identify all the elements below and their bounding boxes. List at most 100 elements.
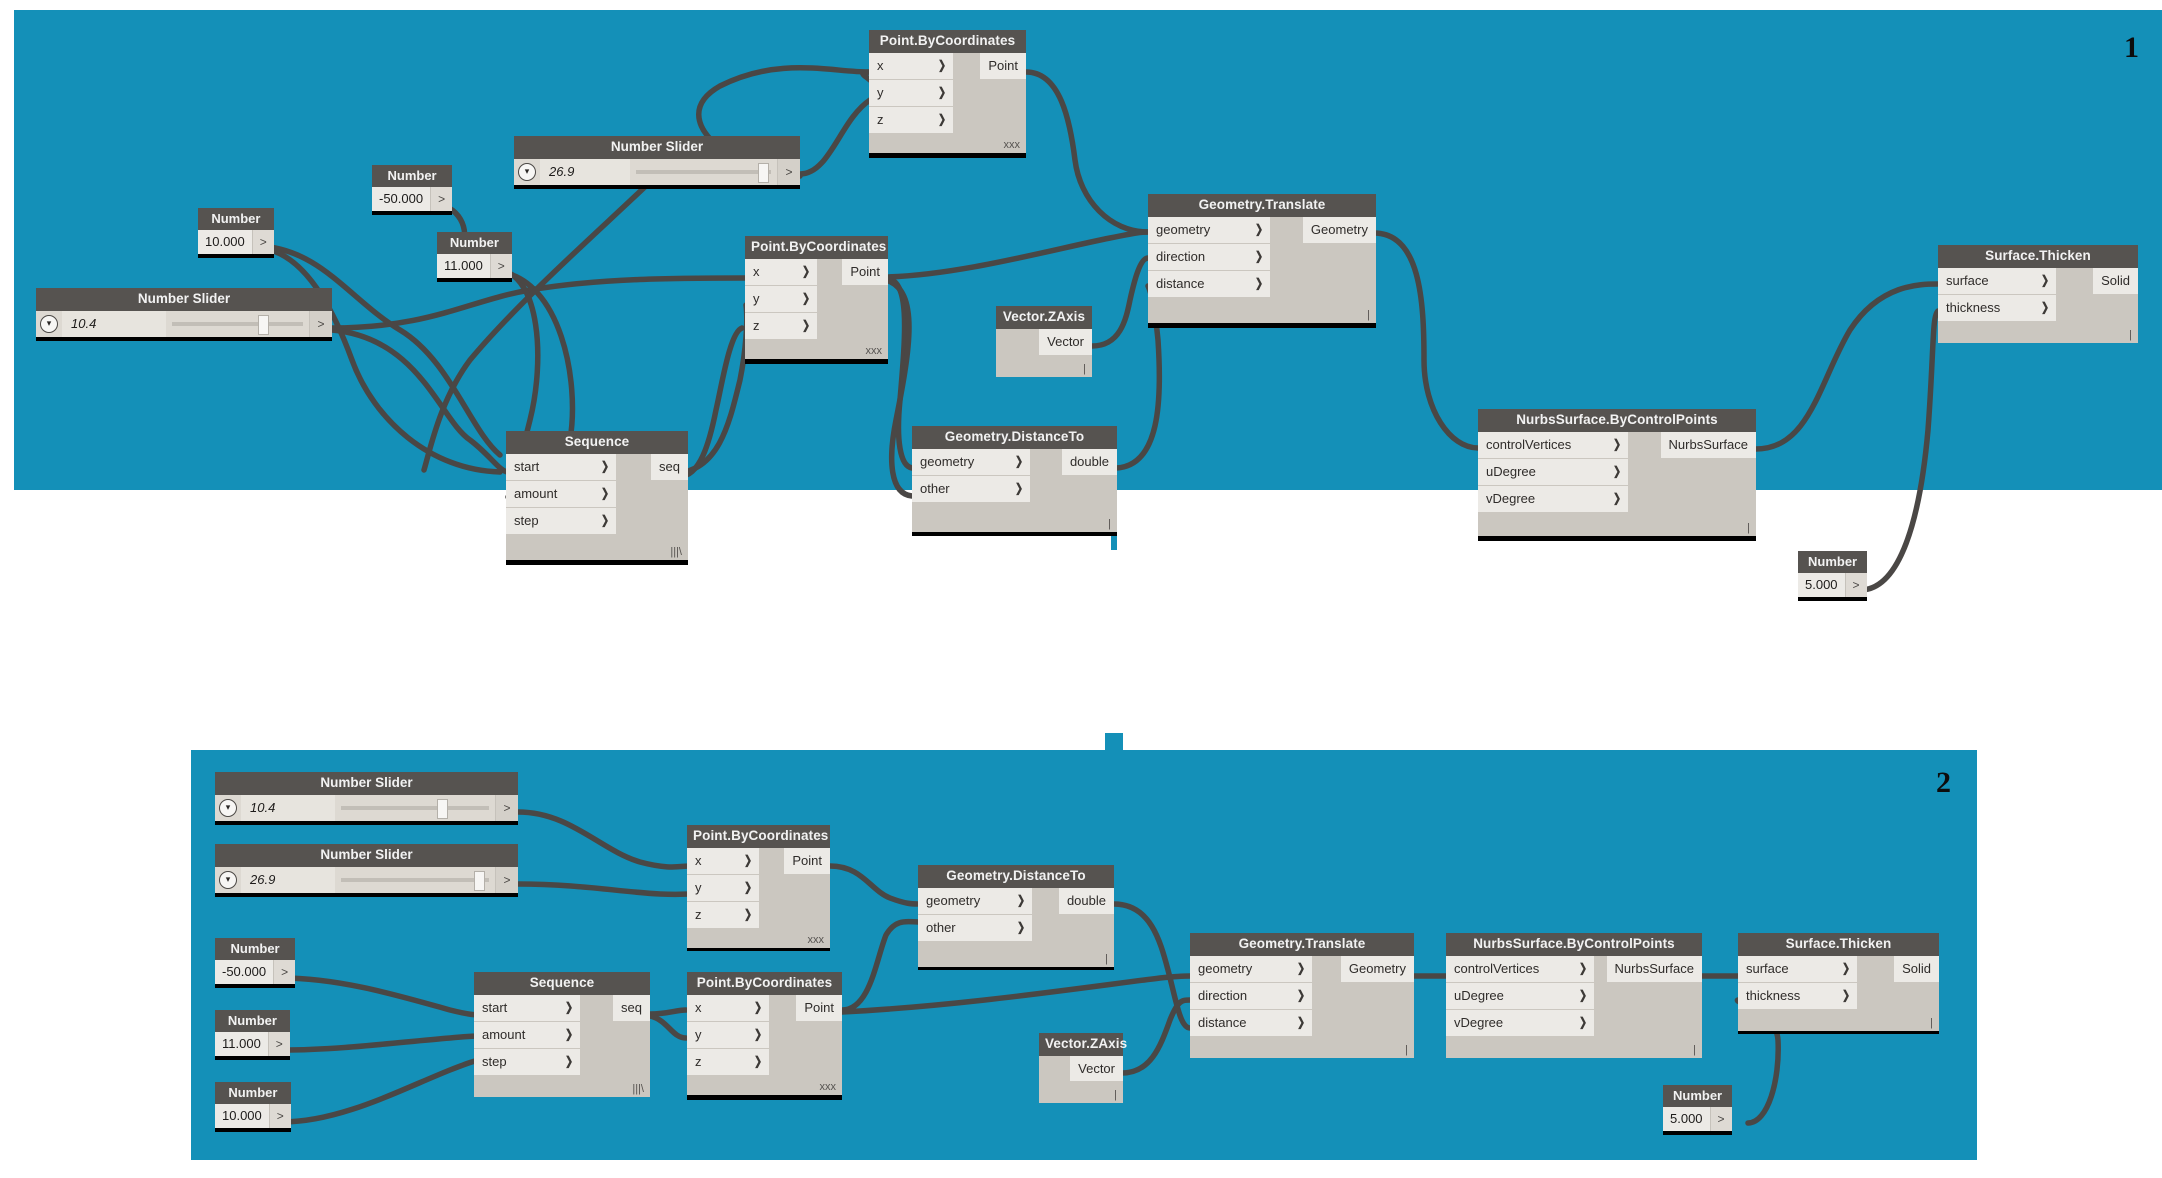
input-port-surface[interactable]: surface ❯ xyxy=(1738,955,1857,982)
input-port-y[interactable]: y ❯ xyxy=(687,873,759,901)
number-output-port[interactable]: > xyxy=(267,1032,290,1056)
input-port-geometry[interactable]: geometry ❯ xyxy=(912,448,1030,475)
input-port-x[interactable]: x ❯ xyxy=(687,847,759,874)
output-port-vector[interactable]: Vector xyxy=(1039,328,1092,355)
lacing-indicator[interactable]: | xyxy=(1693,1044,1696,1056)
lacing-indicator[interactable]: xxx xyxy=(808,934,825,946)
slider-track[interactable] xyxy=(335,866,495,893)
slider-output-port[interactable]: > xyxy=(495,866,518,893)
number-node[interactable]: Number 11.000 > xyxy=(215,1010,290,1060)
output-port-seq[interactable]: seq xyxy=(613,994,650,1021)
number-node[interactable]: Number 11.000 > xyxy=(437,232,512,282)
input-port-controlvertices[interactable]: controlVertices ❯ xyxy=(1446,955,1594,982)
lacing-indicator[interactable]: |||\ xyxy=(632,1083,644,1095)
input-port-z[interactable]: z ❯ xyxy=(687,900,759,928)
number-output-port[interactable]: > xyxy=(268,1104,291,1128)
slider-thumb[interactable] xyxy=(474,870,486,891)
lacing-indicator[interactable]: | xyxy=(2129,329,2132,341)
input-port-start[interactable]: start ❯ xyxy=(506,453,616,480)
output-port-geometry[interactable]: Geometry xyxy=(1340,955,1414,982)
input-port-geometry[interactable]: geometry ❯ xyxy=(1148,216,1270,243)
output-port-point[interactable]: Point xyxy=(980,52,1026,79)
number-value-input[interactable]: 10.000 xyxy=(198,230,252,254)
input-port-y[interactable]: y ❯ xyxy=(745,284,817,312)
number-value-input[interactable]: -50.000 xyxy=(372,187,431,211)
slider-value[interactable]: 10.4 xyxy=(62,310,166,337)
input-port-distance[interactable]: distance ❯ xyxy=(1148,269,1270,297)
geometry-translate-node[interactable]: Geometry.Translate geometry ❯ direction … xyxy=(1190,933,1414,1058)
slider-expand-toggle[interactable]: ▾ xyxy=(36,314,62,333)
surface-thicken-node[interactable]: Surface.Thicken surface ❯ thickness ❯ So… xyxy=(1938,245,2138,343)
number-output-port[interactable]: > xyxy=(1709,1107,1732,1131)
point-bycoordinates-node[interactable]: Point.ByCoordinates x ❯ y ❯ z ❯ Point xx… xyxy=(869,30,1026,158)
slider-expand-toggle[interactable]: ▾ xyxy=(215,870,241,889)
number-output-port[interactable]: > xyxy=(489,254,512,278)
lacing-indicator[interactable]: | xyxy=(1114,1089,1117,1101)
number-slider-node[interactable]: Number Slider ▾ 10.4 > xyxy=(215,772,518,825)
number-node[interactable]: Number -50.000 > xyxy=(215,938,296,988)
number-slider-node[interactable]: Number Slider ▾ 26.9 > xyxy=(514,136,800,189)
surface-thicken-node[interactable]: Surface.Thicken surface ❯ thickness ❯ So… xyxy=(1738,933,1939,1034)
nurbssurface-bycontrolpoints-node[interactable]: NurbsSurface.ByControlPoints controlVert… xyxy=(1446,933,1702,1058)
output-port-double[interactable]: double xyxy=(1058,887,1114,914)
input-port-vdegree[interactable]: vDegree ❯ xyxy=(1478,484,1628,512)
sequence-node[interactable]: Sequence start ❯ amount ❯ step ❯ seq |||… xyxy=(474,972,650,1097)
number-output-port[interactable]: > xyxy=(430,187,453,211)
vector-zaxis-node[interactable]: Vector.ZAxis Vector | xyxy=(1039,1033,1127,1103)
output-port-solid[interactable]: Solid xyxy=(1894,955,1939,982)
slider-output-port[interactable]: > xyxy=(309,310,332,337)
slider-value[interactable]: 26.9 xyxy=(540,158,630,185)
input-port-z[interactable]: z ❯ xyxy=(687,1047,769,1075)
point-bycoordinates-node[interactable]: Point.ByCoordinates x ❯ y ❯ z ❯ Point xx… xyxy=(745,236,888,364)
input-port-step[interactable]: step ❯ xyxy=(474,1047,580,1075)
slider-expand-toggle[interactable]: ▾ xyxy=(215,798,241,817)
lacing-indicator[interactable]: | xyxy=(1747,522,1750,534)
output-port-solid[interactable]: Solid xyxy=(2093,267,2138,294)
number-value-input[interactable]: 5.000 xyxy=(1798,573,1845,597)
output-port-double[interactable]: double xyxy=(1061,448,1117,475)
input-port-z[interactable]: z ❯ xyxy=(745,311,817,339)
input-port-direction[interactable]: direction ❯ xyxy=(1190,981,1312,1009)
slider-value[interactable]: 10.4 xyxy=(241,794,335,821)
number-value-input[interactable]: 5.000 xyxy=(1663,1107,1710,1131)
input-port-step[interactable]: step ❯ xyxy=(506,506,616,534)
input-port-geometry[interactable]: geometry ❯ xyxy=(918,887,1032,914)
slider-thumb[interactable] xyxy=(437,798,449,819)
point-bycoordinates-node[interactable]: Point.ByCoordinates x ❯ y ❯ z ❯ Point xx… xyxy=(687,825,830,951)
input-port-other[interactable]: other ❯ xyxy=(918,913,1032,941)
lacing-indicator[interactable]: | xyxy=(1108,518,1111,530)
lacing-indicator[interactable]: | xyxy=(1105,953,1108,965)
number-value-input[interactable]: 11.000 xyxy=(437,254,490,278)
input-port-thickness[interactable]: thickness ❯ xyxy=(1938,293,2056,321)
input-port-direction[interactable]: direction ❯ xyxy=(1148,242,1270,270)
output-port-geometry[interactable]: Geometry xyxy=(1302,216,1376,243)
input-port-distance[interactable]: distance ❯ xyxy=(1190,1008,1312,1036)
number-output-port[interactable]: > xyxy=(1844,573,1867,597)
vector-zaxis-node[interactable]: Vector.ZAxis Vector | xyxy=(996,306,1092,377)
input-port-other[interactable]: other ❯ xyxy=(912,474,1030,502)
number-slider-node[interactable]: Number Slider ▾ 26.9 > xyxy=(215,844,518,897)
slider-track[interactable] xyxy=(335,794,495,821)
input-port-y[interactable]: y ❯ xyxy=(869,78,953,106)
input-port-udegree[interactable]: uDegree ❯ xyxy=(1478,457,1628,485)
geometry-translate-node[interactable]: Geometry.Translate geometry ❯ direction … xyxy=(1148,194,1376,328)
number-value-input[interactable]: 11.000 xyxy=(215,1032,268,1056)
input-port-x[interactable]: x ❯ xyxy=(687,994,769,1021)
slider-output-port[interactable]: > xyxy=(777,158,800,185)
lacing-indicator[interactable]: | xyxy=(1405,1044,1408,1056)
point-bycoordinates-node[interactable]: Point.ByCoordinates x ❯ y ❯ z ❯ Point xx… xyxy=(687,972,842,1100)
number-node[interactable]: Number -50.000 > xyxy=(372,165,453,215)
lacing-indicator[interactable]: xxx xyxy=(1004,139,1021,151)
slider-output-port[interactable]: > xyxy=(495,794,518,821)
number-node[interactable]: Number 5.000 > xyxy=(1663,1085,1733,1135)
lacing-indicator[interactable]: |||\ xyxy=(670,546,682,558)
lacing-indicator[interactable]: xxx xyxy=(866,345,883,357)
input-port-udegree[interactable]: uDegree ❯ xyxy=(1446,981,1594,1009)
number-node[interactable]: Number 10.000 > xyxy=(215,1082,291,1132)
nurbssurface-bycontrolpoints-node[interactable]: NurbsSurface.ByControlPoints controlVert… xyxy=(1478,409,1756,541)
slider-track[interactable] xyxy=(630,158,777,185)
sequence-node[interactable]: Sequence start ❯ amount ❯ step ❯ seq |||… xyxy=(506,431,688,565)
number-value-input[interactable]: -50.000 xyxy=(215,960,274,984)
slider-track[interactable] xyxy=(166,310,309,337)
input-port-amount[interactable]: amount ❯ xyxy=(474,1020,580,1048)
